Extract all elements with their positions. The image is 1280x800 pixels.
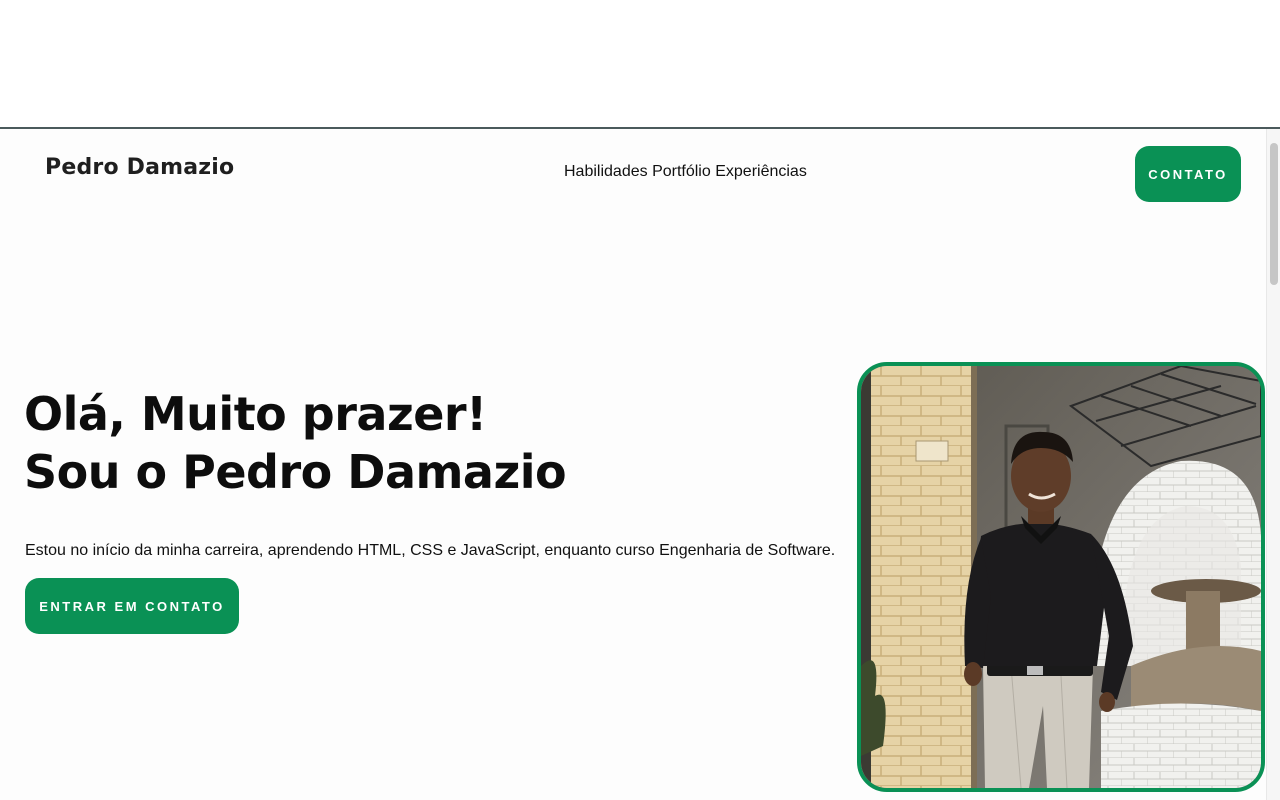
hero-title-line-1: Olá, Muito prazer! — [24, 387, 487, 441]
hero-title: Olá, Muito prazer! Sou o Pedro Damazio — [24, 385, 567, 501]
get-in-touch-button[interactable]: ENTRAR EM CONTATO — [25, 578, 239, 634]
nav-link-experiencias[interactable]: Experiências — [715, 163, 807, 180]
nav-link-habilidades[interactable]: Habilidades — [564, 163, 648, 180]
main-nav: Habilidades Portfólio Experiências — [564, 163, 807, 181]
browser-blank-area — [0, 0, 1280, 127]
contact-button[interactable]: CONTATO — [1135, 146, 1241, 202]
vertical-scrollbar[interactable] — [1266, 129, 1280, 800]
scrollbar-thumb[interactable] — [1270, 143, 1278, 285]
profile-photo-illustration — [861, 366, 1261, 788]
profile-photo — [857, 362, 1265, 792]
brand-name[interactable]: Pedro Damazio — [45, 155, 234, 180]
page-viewport: Pedro Damazio Habilidades Portfólio Expe… — [0, 129, 1266, 800]
hero-description: Estou no início da minha carreira, apren… — [25, 542, 836, 559]
hero-title-line-2: Sou o Pedro Damazio — [24, 445, 567, 499]
nav-link-portfolio[interactable]: Portfólio — [652, 163, 711, 180]
